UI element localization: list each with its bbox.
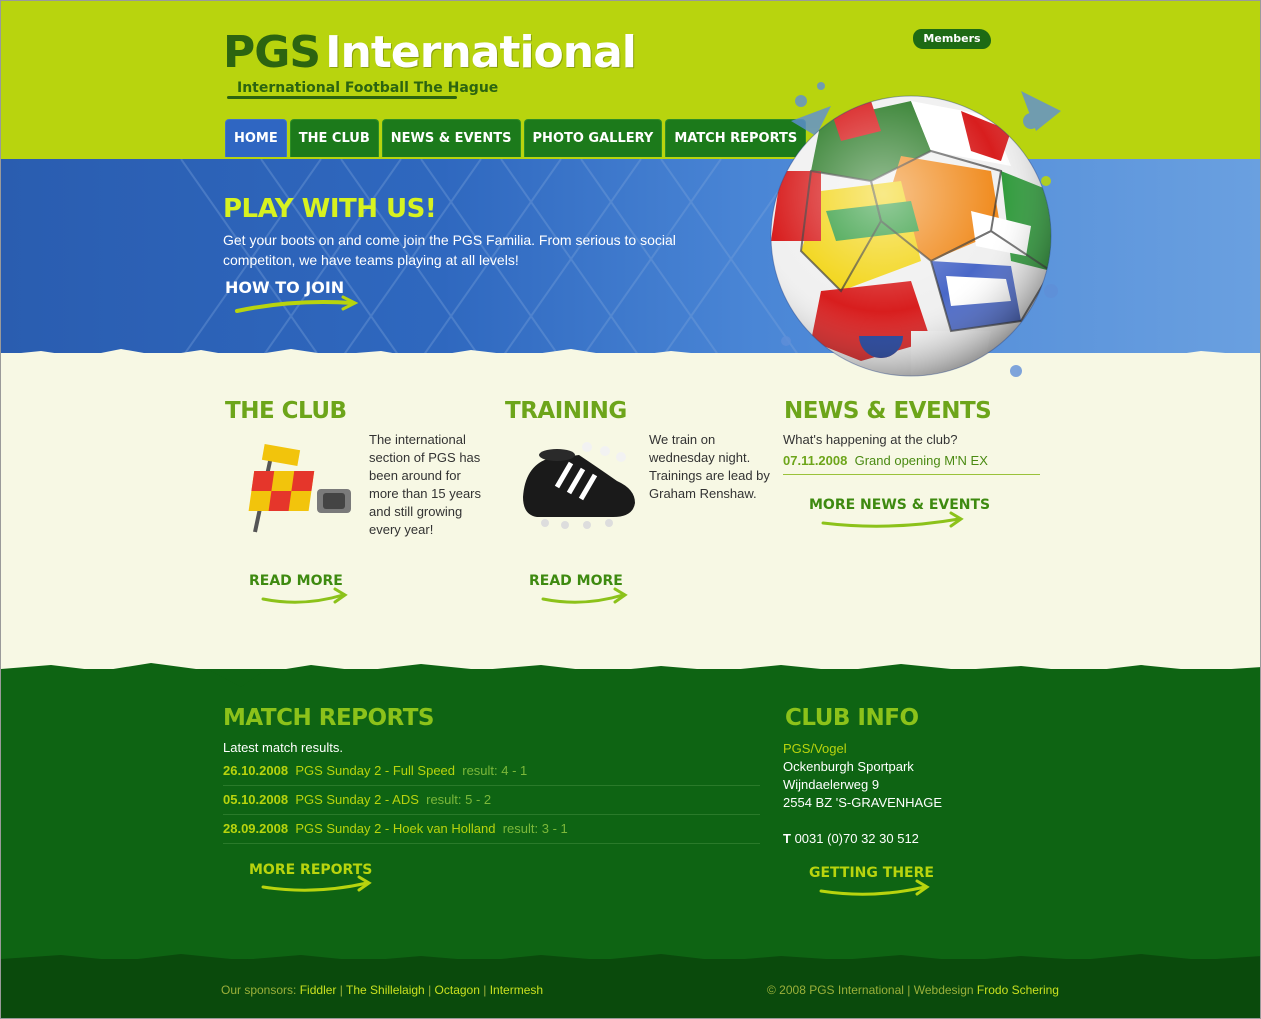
more-reports-arrow-icon xyxy=(261,875,372,892)
soccer-ball-image xyxy=(761,61,1071,396)
training-read-more-arrow-icon xyxy=(541,587,628,604)
logo-international: International xyxy=(325,27,637,78)
match-teams[interactable]: PGS Sunday 2 - Hoek van Holland xyxy=(295,821,495,836)
reports-band xyxy=(1,669,1260,964)
club-info-phone: T 0031 (0)70 32 30 512 xyxy=(783,830,919,848)
football-boot-image xyxy=(523,442,635,529)
club-info-heading: CLUB INFO xyxy=(785,705,919,731)
how-to-join-arrow-icon xyxy=(235,295,359,313)
news-item[interactable]: 07.11.2008 Grand opening M'N EX xyxy=(783,453,1040,475)
news-intro: What's happening at the club? xyxy=(783,432,958,447)
tagline: International Football The Hague xyxy=(237,80,499,96)
match-teams[interactable]: PGS Sunday 2 - Full Speed xyxy=(295,763,455,778)
match-report-row[interactable]: 26.10.2008 PGS Sunday 2 - Full Speed res… xyxy=(223,763,760,786)
copyright-bar: © 2008 PGS International | Webdesign Fro… xyxy=(767,983,1059,997)
sponsor-link-fiddler[interactable]: Fiddler xyxy=(300,983,337,997)
sponsor-link-intermesh[interactable]: Intermesh xyxy=(490,983,543,997)
training-heading: TRAINING xyxy=(505,398,627,424)
nav-tab-the-club[interactable]: THE CLUB xyxy=(289,119,379,157)
hero-title: PLAY WITH US! xyxy=(223,194,437,224)
hero-text: Get your boots on and come join the PGS … xyxy=(223,232,676,268)
tagline-underline xyxy=(227,96,457,99)
match-date: 28.09.2008 xyxy=(223,821,289,836)
nav-tab-home[interactable]: HOME xyxy=(225,119,287,157)
match-report-row[interactable]: 28.09.2008 PGS Sunday 2 - Hoek van Holla… xyxy=(223,821,760,844)
match-reports-heading: MATCH REPORTS xyxy=(223,705,435,731)
match-teams[interactable]: PGS Sunday 2 - ADS xyxy=(295,792,419,807)
getting-there-arrow-icon xyxy=(819,879,930,896)
sponsors-label: Our sponsors: xyxy=(221,983,297,997)
match-result: result: 3 - 1 xyxy=(502,821,568,836)
match-date: 05.10.2008 xyxy=(223,792,289,807)
club-info-line2: Wijndaelerweg 9 xyxy=(783,777,880,792)
torn-edge-green xyxy=(1,663,1260,697)
referee-flag-image xyxy=(248,443,351,533)
match-report-row[interactable]: 05.10.2008 PGS Sunday 2 - ADS result: 5 … xyxy=(223,792,760,815)
club-read-more-arrow-icon xyxy=(261,587,348,604)
news-title[interactable]: Grand opening M'N EX xyxy=(855,453,988,468)
match-result: result: 5 - 2 xyxy=(426,792,492,807)
club-info-name: PGS/Vogel xyxy=(783,741,847,756)
members-button[interactable]: Members xyxy=(913,29,991,49)
sponsor-link-shillelaigh[interactable]: The Shillelaigh xyxy=(346,983,425,997)
phone-label: T xyxy=(783,831,791,846)
torn-edge-footer xyxy=(1,954,1260,969)
training-text: We train on wednesday night. Trainings a… xyxy=(649,432,770,501)
club-info-line3: 2554 BZ 'S-GRAVENHAGE xyxy=(783,795,943,810)
news-date: 07.11.2008 xyxy=(783,453,848,468)
page: PGS International International Football… xyxy=(0,0,1261,1019)
club-heading: THE CLUB xyxy=(225,398,347,424)
phone-number: 0031 (0)70 32 30 512 xyxy=(794,831,919,846)
webdesign-label: Webdesign xyxy=(913,983,974,997)
copyright-text: © 2008 PGS International xyxy=(767,983,904,997)
match-result: result: 4 - 1 xyxy=(462,763,528,778)
site-logo[interactable]: PGS International xyxy=(223,27,637,78)
match-reports-intro: Latest match results. xyxy=(223,740,343,755)
match-date: 26.10.2008 xyxy=(223,763,289,778)
sponsors-bar: Our sponsors: Fiddler | The Shillelaigh … xyxy=(221,983,544,997)
main-nav: HOME THE CLUB NEWS & EVENTS PHOTO GALLER… xyxy=(225,119,807,157)
club-info-line1: Ockenburgh Sportpark xyxy=(783,759,914,774)
torn-edge-cream xyxy=(1,349,1260,371)
logo-pgs: PGS xyxy=(223,27,321,78)
news-heading: NEWS & EVENTS xyxy=(784,398,992,424)
club-text: The international section of PGS has bee… xyxy=(369,432,482,537)
more-news-arrow-icon xyxy=(821,511,964,528)
nav-tab-news-events[interactable]: NEWS & EVENTS xyxy=(381,119,521,157)
webdesigner-link[interactable]: Frodo Schering xyxy=(977,983,1059,997)
sponsor-link-octagon[interactable]: Octagon xyxy=(435,983,480,997)
nav-tab-photo-gallery[interactable]: PHOTO GALLERY xyxy=(523,119,663,157)
